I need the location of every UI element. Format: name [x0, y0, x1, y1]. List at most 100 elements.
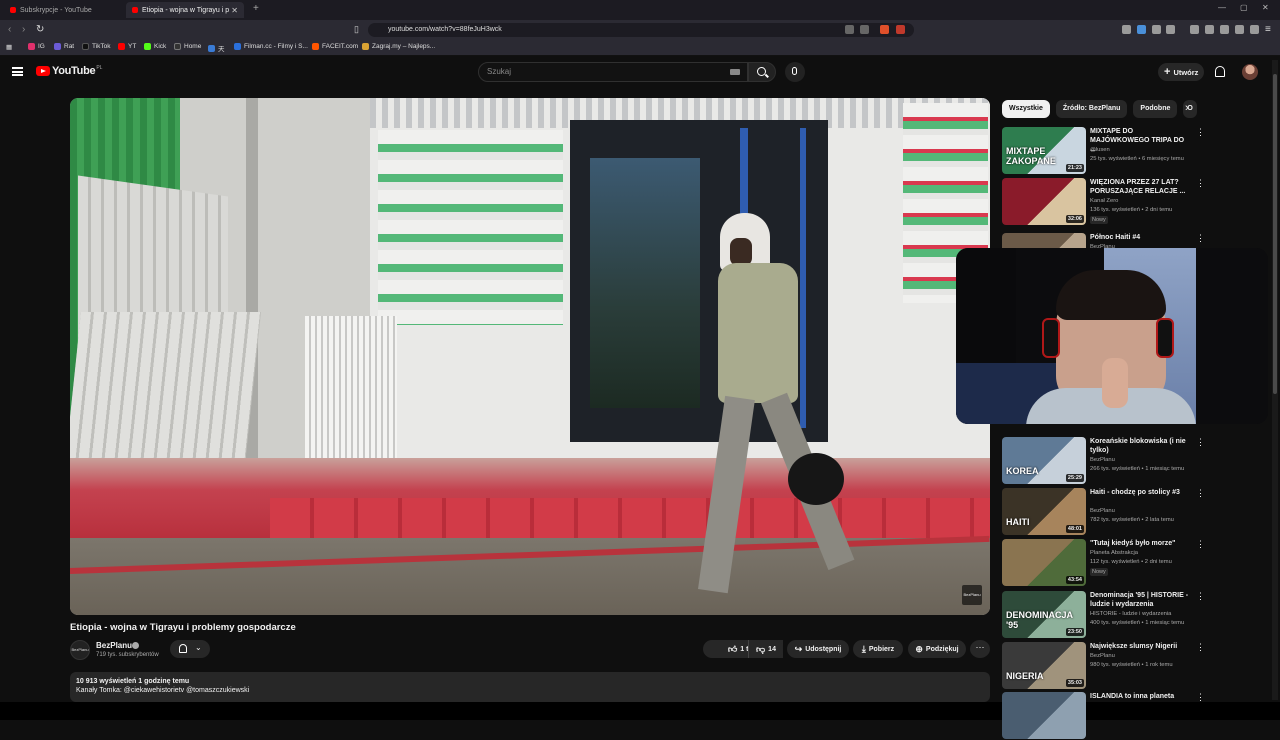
bookmark-item[interactable]: Home [174, 43, 201, 50]
extension-icon[interactable] [1137, 25, 1146, 34]
recommendation-channel[interactable]: Kanał Zero [1090, 198, 1118, 204]
address-bar[interactable]: youtube.com/watch?v=88feJuH3wck [368, 23, 914, 37]
recommendation-title[interactable]: Denominacja '95 | HISTORIE - ludzie i wy… [1090, 591, 1190, 609]
close-window-icon[interactable]: ✕ [1262, 3, 1269, 12]
plus-icon[interactable]: + [253, 3, 259, 14]
recommendation-title[interactable]: Haiti - chodzę po stolicy #3 [1090, 488, 1190, 497]
vpn-icon[interactable] [1250, 25, 1259, 34]
bookmark-item[interactable]: 天 [208, 43, 225, 53]
menu-icon[interactable]: ≡ [1265, 24, 1271, 35]
download-button[interactable]: ⤓ Pobierz [853, 640, 903, 658]
sidebar-icon[interactable] [1205, 25, 1214, 34]
bookmark-item[interactable]: YT [118, 43, 136, 50]
search-input[interactable]: Szukaj [478, 62, 748, 82]
channel-watermark[interactable]: BezPlanu [962, 585, 982, 605]
bookmark-item[interactable]: Kick [144, 43, 166, 50]
notifications-bell-icon[interactable] [1215, 66, 1225, 77]
recommendation-channel[interactable]: BezPlanu [1090, 508, 1115, 514]
more-options-icon[interactable]: ⋮ [1196, 437, 1205, 448]
recommendation-item[interactable]: NIGERIA 35:03 Największe slumsy Nigerii Bez… [1002, 642, 1205, 690]
video-thumbnail[interactable] [1002, 692, 1086, 739]
forward-icon[interactable]: › [22, 24, 25, 35]
bookmark-item[interactable]: Filman.cc - Filmy i S... [234, 43, 308, 50]
rewards-icon[interactable] [896, 25, 905, 34]
minimize-icon[interactable]: — [1218, 3, 1226, 12]
tab-subscriptions[interactable]: Subskrypcje - YouTube [4, 2, 122, 18]
reload-icon[interactable]: ↻ [36, 24, 44, 35]
video-thumbnail[interactable]: HAITI 48:01 [1002, 488, 1086, 535]
search-button[interactable] [748, 62, 776, 82]
screen-icon[interactable] [845, 25, 854, 34]
keyboard-icon[interactable] [730, 69, 740, 75]
chip-all[interactable]: Wszystkie [1002, 100, 1050, 118]
recommendation-item[interactable]: MIXTAPE ZAKOPANE 21:23 MIXTAPE DO MAJÓWKOW… [1002, 127, 1205, 175]
video-thumbnail[interactable]: 43:54 [1002, 539, 1086, 586]
back-icon[interactable]: ‹ [8, 24, 11, 35]
bookmark-item[interactable]: FACEIT.com [312, 43, 358, 50]
chip-from-channel[interactable]: Źródło: BezPlanu [1055, 100, 1128, 118]
more-options-icon[interactable]: ⋮ [1196, 488, 1205, 499]
recommendation-title[interactable]: "Tutaj kiedyś było morze" [1090, 539, 1190, 548]
chevron-right-icon[interactable]: › [1185, 102, 1189, 114]
video-thumbnail[interactable]: KOREA 25:29 [1002, 437, 1086, 484]
description-box[interactable]: 10 913 wyświetleń 1 godzinę temu Kanały … [70, 672, 990, 702]
share-icon[interactable] [860, 25, 869, 34]
channel-name[interactable]: BezPlanu [96, 641, 132, 650]
user-avatar[interactable] [1242, 64, 1258, 80]
thanks-button[interactable]: ⊕ Podziękuj [908, 640, 966, 658]
recommendation-channel[interactable]: BezPlanu [1090, 653, 1115, 659]
bookmark-item[interactable]: IG [28, 43, 45, 50]
channel-avatar[interactable]: BezPlanu [70, 640, 90, 660]
recommendation-title[interactable]: Koreańskie blokowiska (i nie tylko) [1090, 437, 1190, 455]
maximize-icon[interactable]: ▢ [1240, 3, 1248, 12]
recommendation-channel[interactable]: @lusen [1090, 147, 1110, 153]
dislike-button[interactable]: 👎︎ 14 [748, 640, 783, 658]
more-actions-icon[interactable]: ⋯ [970, 640, 990, 658]
wallet-icon[interactable] [1220, 25, 1229, 34]
youtube-logo[interactable]: YouTube PL [36, 65, 102, 77]
recommendation-title[interactable]: Największe slumsy Nigerii [1090, 642, 1190, 651]
recommendation-channel[interactable]: BezPlanu [1090, 457, 1115, 463]
hamburger-menu-icon[interactable] [12, 67, 23, 76]
recommendation-item[interactable]: HAITI 48:01 Haiti - chodzę po stolicy #3 Be… [1002, 488, 1205, 536]
recommendation-item[interactable]: 32:06 WIĘZIONA PRZEZ 27 LAT? PORUSZAJĄCE … [1002, 178, 1205, 226]
bookmark-item[interactable]: Rat [54, 43, 74, 50]
leo-icon[interactable] [1235, 25, 1244, 34]
more-options-icon[interactable]: ⋮ [1196, 642, 1205, 653]
more-options-icon[interactable]: ⋮ [1196, 233, 1205, 244]
more-options-icon[interactable]: ⋮ [1196, 692, 1205, 703]
video-thumbnail[interactable]: 32:06 [1002, 178, 1086, 225]
video-thumbnail[interactable]: MIXTAPE ZAKOPANE 21:23 [1002, 127, 1086, 174]
more-options-icon[interactable]: ⋮ [1196, 539, 1205, 550]
subscription-notifications-button[interactable]: ⌄ [170, 640, 210, 658]
video-thumbnail[interactable]: NIGERIA 35:03 [1002, 642, 1086, 689]
close-tab-icon[interactable]: ✕ [231, 6, 238, 15]
video-player[interactable]: BezPlanu [70, 98, 990, 615]
recommendation-channel[interactable]: HISTORIE - ludzie i wydarzenia [1090, 611, 1171, 617]
bookmark-item[interactable]: TikTok [82, 43, 111, 50]
bookmark-item[interactable]: Zagraj.my – Najleps... [362, 43, 435, 50]
recommendation-item[interactable]: KOREA 25:29 Koreańskie blokowiska (i nie t… [1002, 437, 1205, 485]
page-scrollbar[interactable] [1272, 60, 1278, 700]
chip-similar[interactable]: Podobne [1133, 100, 1178, 118]
brave-shield-icon[interactable] [880, 25, 889, 34]
recommendation-item[interactable]: 43:54 "Tutaj kiedyś było morze" Planeta Ab… [1002, 539, 1205, 587]
recommendation-title[interactable]: WIĘZIONA PRZEZ 27 LAT? PORUSZAJĄCE RELAC… [1090, 178, 1190, 196]
recommendation-title[interactable]: Północ Haiti #4 [1090, 233, 1190, 242]
more-options-icon[interactable]: ⋮ [1196, 591, 1205, 602]
extension-icon[interactable] [1166, 25, 1175, 34]
apps-grid-icon[interactable]: ▦ [6, 43, 12, 51]
extension-icon[interactable] [1152, 25, 1161, 34]
voice-search-button[interactable] [785, 62, 805, 82]
more-options-icon[interactable]: ⋮ [1196, 127, 1205, 138]
video-thumbnail[interactable]: DENOMINACJA '95 23:50 [1002, 591, 1086, 638]
recommendation-title[interactable]: ISLANDIA to inna planeta [1090, 692, 1190, 701]
recommendation-channel[interactable]: Planeta Abstrakcja [1090, 550, 1138, 556]
tab-current-video[interactable]: Etiopia - wojna w Tigrayu i p ✕ [126, 2, 244, 18]
bookmark-icon[interactable]: ▯ [354, 24, 359, 35]
share-button[interactable]: ↪ Udostępnij [787, 640, 849, 658]
more-options-icon[interactable]: ⋮ [1196, 178, 1205, 189]
recommendation-item[interactable]: ISLANDIA to inna planeta ⋮ [1002, 692, 1205, 740]
extension-icon[interactable] [1122, 25, 1131, 34]
recommendation-item[interactable]: DENOMINACJA '95 23:50 Denominacja '95 | HI… [1002, 591, 1205, 639]
